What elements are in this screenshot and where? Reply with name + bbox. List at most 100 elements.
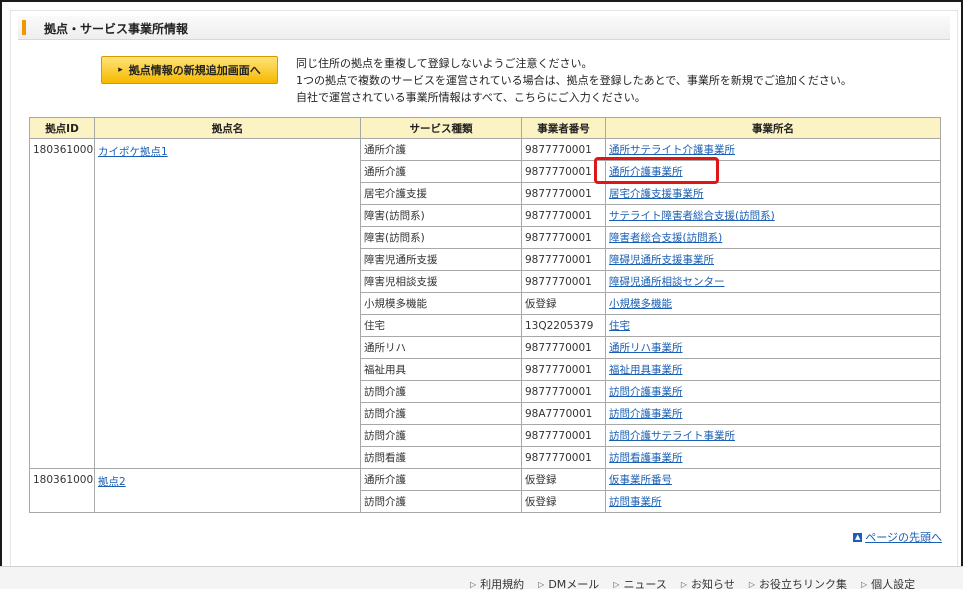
provider-number-cell: 9877770001 [521,380,606,403]
office-name-link[interactable]: 障害者総合支援(訪問系) [609,232,722,244]
office-name-cell: 訪問介護サテライト事業所 [605,424,941,447]
office-name-cell: 福祉用具事業所 [605,358,941,381]
service-type-cell: 通所介護 [360,468,522,491]
provider-number-cell: 9877770001 [521,336,606,359]
office-name-link[interactable]: 福祉用具事業所 [609,364,683,376]
office-name-link[interactable]: 住宅 [609,320,630,332]
office-name-link[interactable]: 仮事業所番号 [609,474,672,486]
page-top-link[interactable]: ▲ ページの先頭へ [853,529,942,545]
section-accent-bar [22,20,26,35]
table-row: 1803610003 拠点2 通所介護 仮登録 仮事業所番号 [29,468,941,513]
site-name-link[interactable]: カイポケ拠点1 [98,146,168,158]
office-name-cell: 居宅介護支援事業所 [605,182,941,205]
up-arrow-icon: ▲ [853,532,863,542]
office-name-link[interactable]: 訪問介護サテライト事業所 [609,430,735,442]
provider-number-cell: 9877770001 [521,204,606,227]
office-name-link[interactable]: 訪問看護事業所 [609,452,683,464]
notice-line: 同じ住所の拠点を重複して登録しないようご注意ください。 [296,57,593,70]
service-type-cell: 居宅介護支援 [360,182,522,205]
service-type-cell: 障害(訪問系) [360,226,522,249]
notice-line: 自社で運営されている事業所情報はすべて、こちらにご入力ください。 [296,91,646,104]
provider-number-cell: 仮登録 [521,468,606,491]
service-type-cell: 訪問看護 [360,446,522,469]
service-type-cell: 訪問介護 [360,402,522,425]
site-id-cell: 1803610003 [29,468,95,513]
office-name-link[interactable]: 障碍児通所相談センター [609,276,725,288]
footer-link[interactable]: ▷ ニュース [613,576,667,592]
site-name-cell: 拠点2 [94,468,361,513]
footer-link[interactable]: ▷ お役立ちリンク集 [749,576,847,592]
provider-number-cell: 9877770001 [521,182,606,205]
service-type-cell: 障害児相談支援 [360,270,522,293]
service-type-cell: 通所介護 [360,160,522,183]
office-name-cell: 障碍児通所支援事業所 [605,248,941,271]
office-name-link[interactable]: 小規模多機能 [609,298,672,310]
service-type-cell: 訪問介護 [360,424,522,447]
service-type-cell: 福祉用具 [360,358,522,381]
office-name-link[interactable]: 通所サテライト介護事業所 [609,144,735,156]
footer-link-label: 利用規約 [480,578,525,591]
service-type-cell: 訪問介護 [360,380,522,403]
office-name-link[interactable]: 訪問事業所 [609,496,662,508]
provider-number-cell: 9877770001 [521,226,606,249]
provider-number-cell: 9877770001 [521,358,606,381]
office-name-cell: サテライト障害者総合支援(訪問系) [605,204,941,227]
footer-link-label: お知らせ [691,578,735,591]
add-site-button[interactable]: ▸ 拠点情報の新規追加画面へ [101,56,278,84]
service-type-cell: 通所介護 [360,138,522,161]
footer-link[interactable]: ▷ 個人設定 [861,576,915,592]
footer: ▷ 利用規約 ▷ DMメール ▷ ニュース ▷ お知らせ ▷ お役立ちリンク集 ▷ 個人設定 [0,566,963,592]
provider-number-cell: 13Q2205379 [521,314,606,337]
office-name-link[interactable]: 居宅介護支援事業所 [609,188,704,200]
provider-number-cell: 9877770001 [521,270,606,293]
office-name-link[interactable]: 訪問介護事業所 [609,386,683,398]
footer-links: ▷ 利用規約 ▷ DMメール ▷ ニュース ▷ お知らせ ▷ お役立ちリンク集 ▷ 個人設定 [470,576,915,592]
office-name-cell: 訪問看護事業所 [605,446,941,469]
footer-link-label: お役立ちリンク集 [758,578,847,591]
site-id-cell: 1803610002 [29,138,95,469]
footer-link[interactable]: ▷ DMメール [538,576,599,592]
add-site-button-label: 拠点情報の新規追加画面へ [128,64,261,77]
footer-link-label: ニュース [623,578,667,591]
office-name-cell: 訪問事業所 [605,490,941,513]
triangle-right-icon: ▷ [613,579,620,589]
chevron-right-icon: ▸ [118,65,123,75]
service-type-cell: 障害(訪問系) [360,204,522,227]
column-header-provider-number: 事業者番号 [521,117,606,139]
footer-link-label: DMメール [548,578,600,591]
notice-text: 同じ住所の拠点を重複して登録しないようご注意ください。 1つの拠点で複数のサービ… [296,55,852,106]
office-name-cell: 通所リハ事業所 [605,336,941,359]
triangle-right-icon: ▷ [680,579,688,589]
section-title: 拠点・サービス事業所情報 [44,22,189,36]
provider-number-cell: 9877770001 [521,138,606,161]
triangle-right-icon: ▷ [470,579,477,589]
table-header-row: 拠点ID 拠点名 サービス種類 事業者番号 事業所名 [29,117,941,139]
provider-number-cell: 仮登録 [521,292,606,315]
office-name-cell: 障害者総合支援(訪問系) [605,226,941,249]
office-name-cell: 仮事業所番号 [605,468,941,491]
office-name-link[interactable]: サテライト障害者総合支援(訪問系) [609,210,775,222]
office-name-link[interactable]: 障碍児通所支援事業所 [609,254,714,266]
office-name-cell: 訪問介護事業所 [605,402,941,425]
site-name-link[interactable]: 拠点2 [98,476,126,488]
footer-link[interactable]: ▷ 利用規約 [470,576,524,592]
triangle-right-icon: ▷ [538,579,545,589]
office-name-cell: 住宅 [605,314,941,337]
provider-number-cell: 9877770001 [521,424,606,447]
office-name-link[interactable]: 訪問介護事業所 [609,408,683,420]
column-header-site-name: 拠点名 [94,117,361,139]
office-name-link[interactable]: 通所リハ事業所 [609,342,683,354]
office-name-cell: 障碍児通所相談センター [605,270,941,293]
triangle-right-icon: ▷ [748,579,755,589]
office-name-link[interactable]: 通所介護事業所 [609,166,683,178]
column-header-office-name: 事業所名 [605,117,941,139]
office-name-cell: 小規模多機能 [605,292,941,315]
triangle-right-icon: ▷ [860,579,868,589]
service-type-cell: 住宅 [360,314,522,337]
service-type-cell: 訪問介護 [360,490,522,513]
provider-number-cell: 9877770001 [521,446,606,469]
provider-number-cell: 9877770001 [521,248,606,271]
page-top-label[interactable]: ページの先頭へ [865,529,942,545]
provider-number-cell: 98A7770001 [521,402,606,425]
footer-link[interactable]: ▷ お知らせ [681,576,735,592]
